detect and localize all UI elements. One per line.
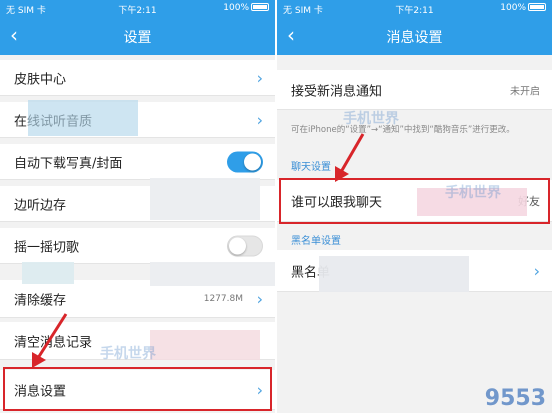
toggle-knob — [244, 153, 261, 170]
battery-percent: 100% — [223, 3, 249, 13]
chevron-right-icon: › — [256, 110, 263, 129]
clear-cache-label: 清除缓存 — [14, 293, 67, 308]
receive-notifications-row[interactable]: 接受新消息通知 未开启 — [277, 70, 552, 110]
battery-status: 100% — [223, 3, 269, 13]
message-settings-screen: 无 SIM 卡 下午2:11 100% ‹ 消息设置 接受新消息通知 未开启 可… — [277, 0, 552, 413]
settings-screen: 无 SIM 卡 下午2:11 100% ‹ 设置 皮肤中心 › 在线试听音质 ›… — [0, 0, 275, 413]
shake-switch-song-toggle[interactable] — [227, 235, 263, 256]
blur-overlay — [22, 262, 74, 284]
toggle-knob — [229, 237, 246, 254]
shake-switch-song-row: 摇一摇切歌 — [0, 228, 275, 264]
status-bar: 无 SIM 卡 下午2:11 100% — [0, 0, 275, 17]
chevron-right-icon: › — [256, 289, 263, 308]
receive-notifications-label: 接受新消息通知 — [291, 84, 383, 99]
site-logo: 9553 — [484, 386, 546, 411]
status-bar: 无 SIM 卡 下午2:11 100% — [277, 0, 552, 17]
blur-overlay — [150, 178, 260, 220]
nav-bar: ‹ 设置 — [0, 17, 275, 55]
blur-overlay — [28, 100, 138, 136]
page-title: 设置 — [123, 30, 152, 46]
blur-overlay — [150, 330, 260, 360]
highlight-box — [3, 367, 272, 411]
watermark-text: 手机世界 — [343, 111, 399, 127]
notifications-status-value: 未开启 — [510, 86, 540, 97]
page-title: 消息设置 — [386, 30, 443, 46]
red-arrow-icon — [335, 133, 365, 182]
battery-status: 100% — [500, 3, 546, 13]
auto-download-cover-label: 自动下载写真/封面 — [14, 156, 123, 171]
blur-overlay — [150, 262, 275, 286]
clear-message-history-label: 清空消息记录 — [14, 335, 93, 350]
chevron-right-icon: › — [256, 68, 263, 87]
battery-icon — [251, 3, 269, 11]
notification-hint-text: 可在iPhone的“设置”→“通知”中找到“酷狗音乐”进行更改。 — [291, 125, 515, 135]
auto-download-cover-row: 自动下载写真/封面 — [0, 144, 275, 180]
chevron-right-icon: › — [533, 261, 540, 280]
watermark-text: 手机世界 — [100, 346, 156, 362]
auto-download-cover-toggle[interactable] — [227, 151, 263, 172]
chat-settings-section-label: 聊天设置 — [291, 162, 331, 173]
shake-switch-song-label: 摇一摇切歌 — [14, 240, 80, 255]
nav-bar: ‹ 消息设置 — [277, 17, 552, 55]
listen-while-cache-label: 边听边存 — [14, 198, 67, 213]
battery-icon — [528, 3, 546, 11]
skin-center-row[interactable]: 皮肤中心 › — [0, 60, 275, 96]
blur-overlay — [319, 256, 469, 292]
battery-percent: 100% — [500, 3, 526, 13]
highlight-box — [279, 178, 550, 224]
blacklist-settings-section-label: 黑名单设置 — [291, 236, 341, 247]
cache-size-value: 1277.8M — [203, 293, 243, 304]
skin-center-label: 皮肤中心 — [14, 72, 67, 87]
